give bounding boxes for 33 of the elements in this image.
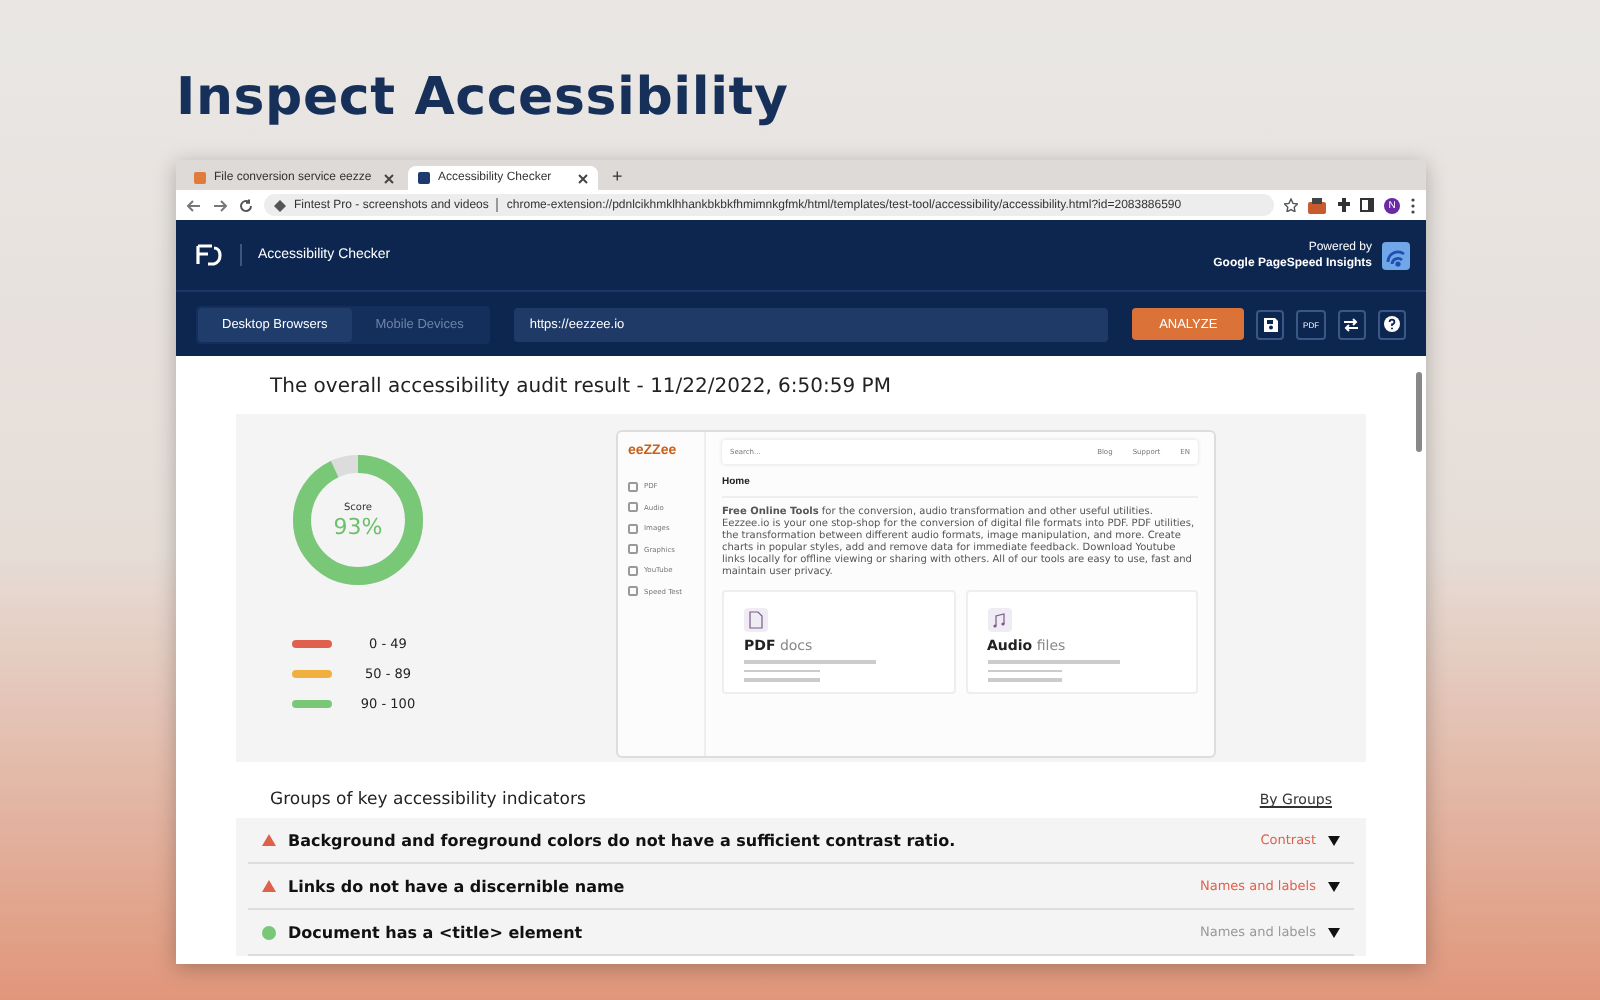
logo-icon <box>196 244 224 266</box>
score-value: 93% <box>333 513 383 539</box>
close-icon[interactable] <box>384 173 394 183</box>
forward-icon[interactable] <box>212 197 228 213</box>
indicator-title: Document has a <title> element <box>288 923 585 941</box>
menu-icon[interactable] <box>1410 197 1416 213</box>
caret-icon[interactable] <box>1328 881 1340 891</box>
close-icon[interactable] <box>578 173 588 183</box>
help-icon <box>1383 316 1400 332</box>
help-button[interactable] <box>1377 309 1406 339</box>
page-title: Inspect Accessibility <box>176 68 791 128</box>
back-icon[interactable] <box>186 197 202 213</box>
swap-arrows-icon <box>1344 317 1359 331</box>
audit-heading: The overall accessibility audit result - 11/22/2022, 6:50:59 PM <box>268 374 893 402</box>
music-note-icon <box>987 608 1011 632</box>
indicator-title: Background and foreground colors do not have a sufficient contrast ratio. <box>288 831 958 849</box>
indicators-heading: Groups of key accessibility indicators <box>270 790 586 810</box>
save-button[interactable] <box>1256 309 1285 339</box>
toolbox-icon[interactable] <box>1308 197 1326 213</box>
favicon-icon <box>194 172 206 184</box>
score-donut <box>292 454 424 586</box>
sidebar-icon[interactable] <box>1360 198 1374 212</box>
document-icon <box>744 608 768 632</box>
scrollbar[interactable] <box>1416 372 1422 452</box>
star-icon[interactable] <box>1284 198 1298 212</box>
save-icon <box>1263 317 1278 331</box>
compare-button[interactable] <box>1337 309 1366 339</box>
caret-icon[interactable] <box>1328 835 1340 845</box>
favicon-icon <box>418 172 430 184</box>
reload-icon[interactable] <box>238 197 254 213</box>
indicator-title: Links do not have a discernible name <box>288 877 627 895</box>
new-tab-button[interactable]: + <box>602 165 633 185</box>
caret-icon[interactable] <box>1328 927 1340 937</box>
